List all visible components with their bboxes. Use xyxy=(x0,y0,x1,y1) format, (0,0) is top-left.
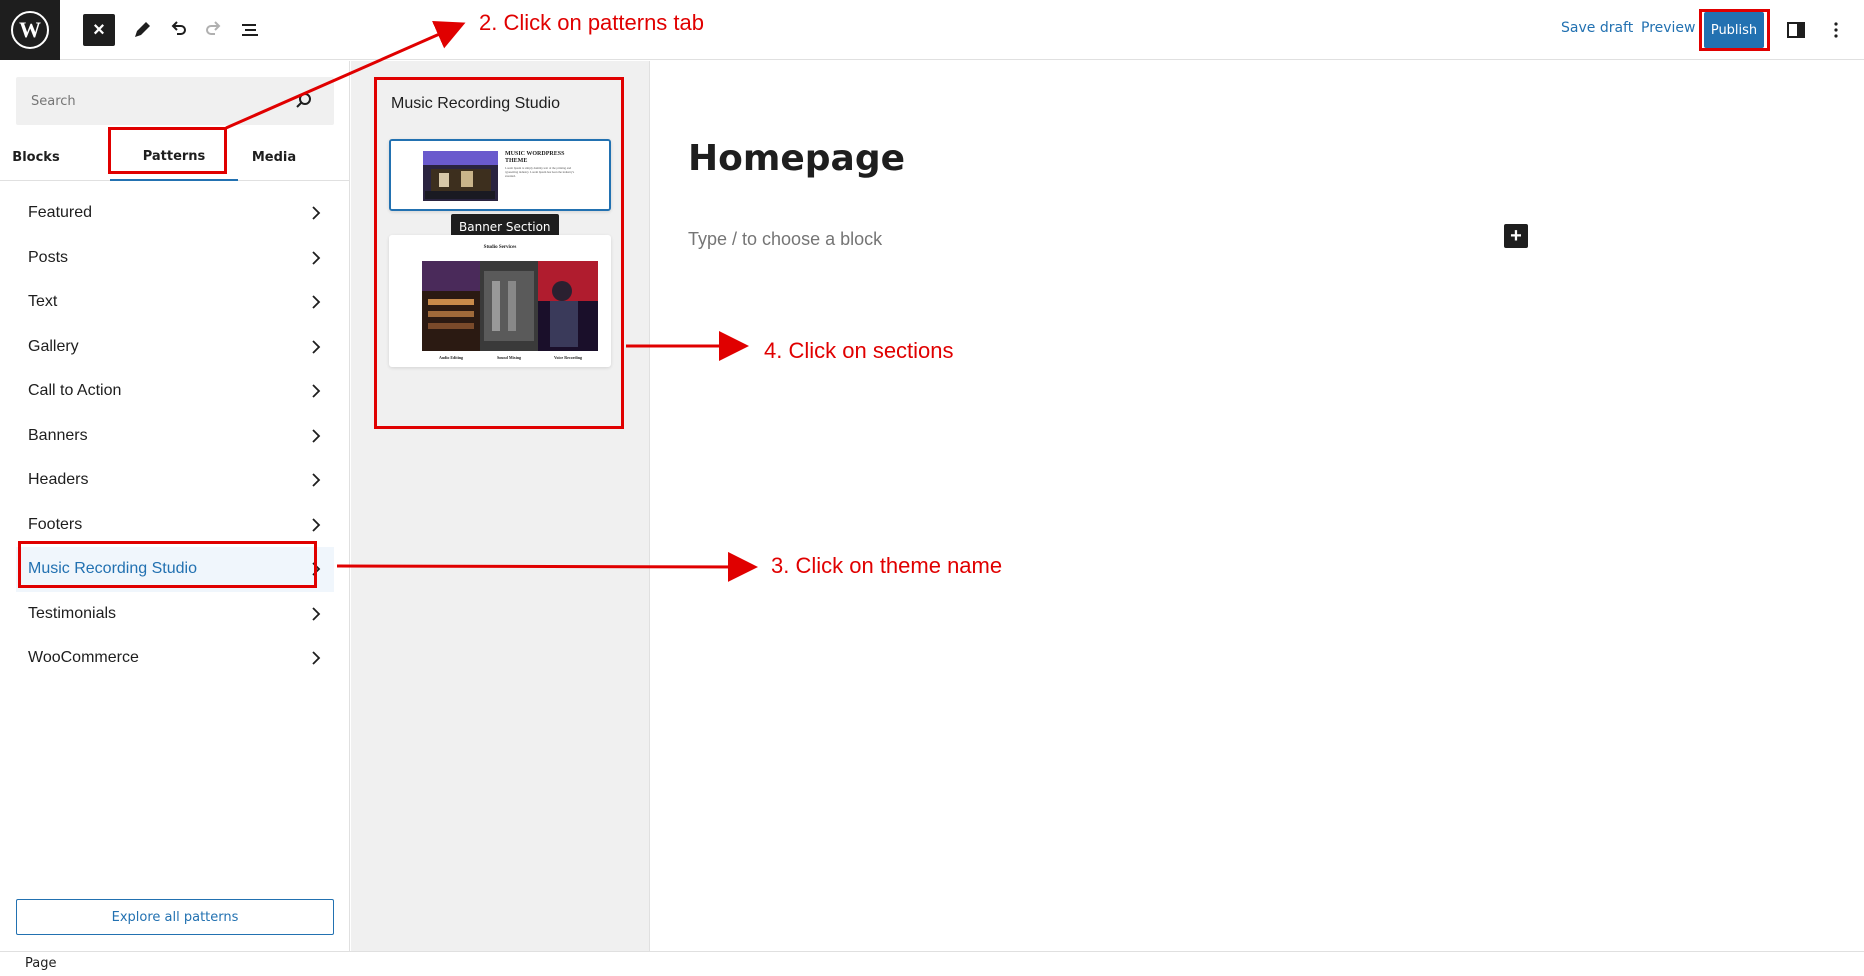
category-label: Call to Action xyxy=(28,382,122,400)
category-label: Headers xyxy=(28,471,89,489)
tools-button[interactable] xyxy=(124,12,160,48)
tab-media[interactable]: Media xyxy=(238,133,310,181)
services-preview-image xyxy=(422,261,598,351)
search-icon xyxy=(296,93,311,108)
undo-button[interactable] xyxy=(160,12,196,48)
chevron-right-icon xyxy=(312,428,321,443)
services-preview-heading: Studio Services xyxy=(483,245,517,250)
search-input[interactable]: Search xyxy=(16,77,334,125)
category-featured[interactable]: Featured xyxy=(16,191,334,236)
category-label: WooCommerce xyxy=(28,649,139,667)
category-call-to-action[interactable]: Call to Action xyxy=(16,369,334,414)
more-vertical-icon xyxy=(1834,22,1838,38)
document-overview-button[interactable] xyxy=(232,12,268,48)
category-testimonials[interactable]: Testimonials xyxy=(16,592,334,637)
annotation-step3: 3. Click on theme name xyxy=(771,553,1003,578)
chevron-right-icon xyxy=(312,651,321,665)
category-text[interactable]: Text xyxy=(16,280,334,325)
category-banners[interactable]: Banners xyxy=(16,414,334,459)
chevron-right-icon xyxy=(312,384,321,398)
chevron-right-icon xyxy=(312,473,321,487)
editor-canvas: Homepage Type / to choose a block + xyxy=(651,61,1864,951)
options-menu-button[interactable] xyxy=(1818,12,1854,48)
category-label: Posts xyxy=(28,248,69,266)
pattern-services-section[interactable]: Studio Services Audio Editing Sound Mixi… xyxy=(389,235,611,367)
tab-patterns[interactable]: Patterns xyxy=(110,133,238,181)
category-footers[interactable]: Footers xyxy=(16,503,334,548)
search-placeholder: Search xyxy=(31,94,76,109)
category-label: Footers xyxy=(28,515,83,533)
preview-button[interactable]: Preview xyxy=(1641,20,1696,36)
svg-text:W: W xyxy=(19,17,41,42)
chevron-right-icon xyxy=(312,206,321,220)
annotation-step4: 4. Click on sections xyxy=(764,338,954,363)
chevron-right-icon xyxy=(312,562,321,576)
chevron-right-icon xyxy=(312,517,321,532)
breadcrumb[interactable]: Page xyxy=(25,956,56,971)
services-caption: Audio Editing xyxy=(438,355,464,360)
settings-toggle-button[interactable] xyxy=(1778,12,1814,48)
category-woocommerce[interactable]: WooCommerce xyxy=(16,636,334,681)
editor-header: W × Save draft Preview Publish xyxy=(0,0,1864,60)
category-posts[interactable]: Posts xyxy=(16,236,334,281)
page-title[interactable]: Homepage xyxy=(688,138,905,179)
category-label: Featured xyxy=(28,204,93,222)
redo-button[interactable] xyxy=(196,12,232,48)
category-label: Testimonials xyxy=(28,604,117,622)
close-icon: × xyxy=(93,18,105,41)
services-caption: Voice Recording xyxy=(554,355,582,360)
category-headers[interactable]: Headers xyxy=(16,458,334,503)
publish-button[interactable]: Publish xyxy=(1704,12,1764,48)
category-music-recording-studio[interactable]: Music Recording Studio xyxy=(16,547,334,592)
pattern-category-list: Featured Posts Text Gallery Call to Acti… xyxy=(16,191,334,681)
banner-preview-heading: MUSIC WORDPRESS THEME xyxy=(505,151,565,165)
block-inserter-panel: Search Blocks Patterns Media Featured Po… xyxy=(0,61,350,951)
tab-blocks[interactable]: Blocks xyxy=(0,133,72,181)
category-patterns-panel: Music Recording Studio MUSIC WORDPRESS T… xyxy=(351,61,650,951)
plus-icon: + xyxy=(1510,225,1522,247)
sidebar-panel-icon xyxy=(1787,22,1805,38)
banner-preview-image xyxy=(391,141,609,209)
inserter-tabs: Blocks Patterns Media xyxy=(0,133,350,181)
services-caption: Sound Mixing xyxy=(496,355,522,360)
category-label: Banners xyxy=(28,426,88,444)
close-inserter-button[interactable]: × xyxy=(83,14,115,46)
chevron-right-icon xyxy=(312,250,321,265)
redo-icon xyxy=(206,21,221,35)
pattern-banner-section[interactable]: MUSIC WORDPRESS THEME Lorem Ipsum is sim… xyxy=(389,139,611,211)
add-block-button[interactable]: + xyxy=(1504,224,1528,248)
patterns-panel-title: Music Recording Studio xyxy=(391,95,560,112)
category-gallery[interactable]: Gallery xyxy=(16,325,334,370)
category-label: Gallery xyxy=(28,337,79,355)
wordpress-logo-icon[interactable]: W xyxy=(0,0,60,60)
category-label: Music Recording Studio xyxy=(28,560,197,578)
default-block-appender[interactable]: Type / to choose a block xyxy=(688,229,882,250)
list-view-icon xyxy=(242,24,258,36)
category-label: Text xyxy=(28,293,58,311)
chevron-right-icon xyxy=(312,295,321,309)
banner-preview-body: Lorem Ipsum is simply dummy text of the … xyxy=(505,167,575,177)
chevron-right-icon xyxy=(312,606,321,621)
annotation-step2: 2. Click on patterns tab xyxy=(479,10,705,35)
chevron-right-icon xyxy=(312,339,321,354)
undo-icon xyxy=(171,21,186,35)
save-draft-button[interactable]: Save draft xyxy=(1561,20,1633,36)
pencil-icon xyxy=(135,22,150,37)
editor-footer: Page xyxy=(0,951,1864,976)
explore-all-patterns-button[interactable]: Explore all patterns xyxy=(16,899,334,935)
